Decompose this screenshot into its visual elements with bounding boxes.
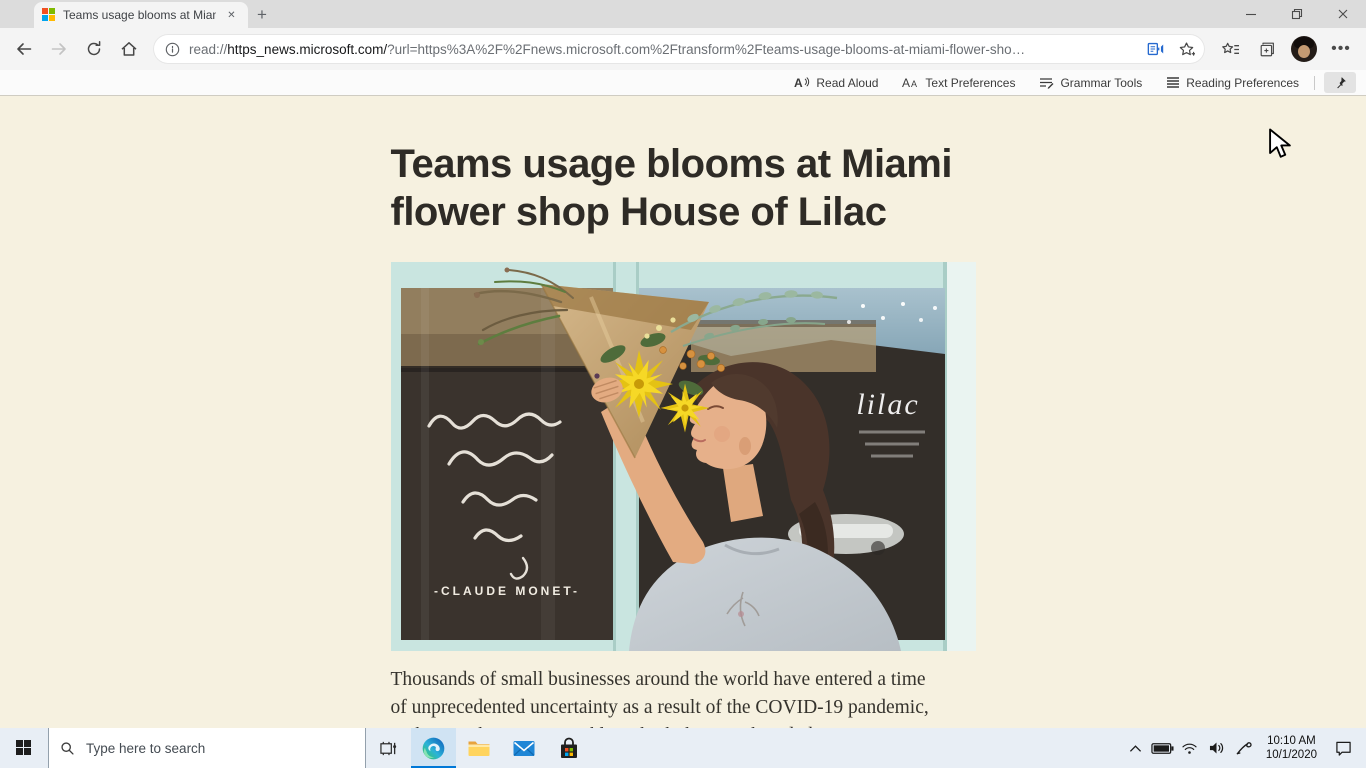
url-text: read://https_news.microsoft.com/?url=htt…: [189, 42, 1141, 57]
volume-icon[interactable]: [1203, 728, 1230, 768]
mail-icon: [512, 739, 536, 758]
site-info-icon[interactable]: [165, 42, 180, 57]
pin-toolbar-button[interactable]: [1324, 72, 1356, 93]
action-center-icon[interactable]: [1326, 728, 1360, 768]
task-view-button[interactable]: [366, 728, 411, 768]
windows-ink-pen-icon[interactable]: [1230, 728, 1257, 768]
read-aloud-button[interactable]: A Read Aloud: [782, 70, 890, 95]
taskbar-edge-button[interactable]: [411, 728, 456, 768]
clock-time: 10:10 AM: [1266, 734, 1317, 748]
windows-logo-icon: [16, 740, 32, 756]
article-title: Teams usage blooms at Miamiflower shop H…: [391, 140, 976, 236]
close-window-button[interactable]: [1320, 0, 1366, 28]
window-controls: [1228, 0, 1366, 28]
minimize-button[interactable]: [1228, 0, 1274, 28]
refresh-button[interactable]: [77, 32, 111, 66]
taskbar-mail-button[interactable]: [501, 728, 546, 768]
browser-window: Teams usage blooms at Miami ✕ +: [0, 0, 1366, 768]
taskbar-clock[interactable]: 10:10 AM 10/1/2020: [1257, 734, 1326, 762]
tab-title: Teams usage blooms at Miami: [63, 8, 216, 22]
taskbar-store-button[interactable]: [546, 728, 591, 768]
edge-icon: [421, 736, 446, 761]
file-explorer-icon: [467, 738, 491, 758]
taskbar-search[interactable]: [48, 728, 366, 768]
read-aloud-label: Read Aloud: [816, 76, 878, 90]
reading-preferences-button[interactable]: Reading Preferences: [1154, 70, 1311, 95]
restore-button[interactable]: [1274, 0, 1320, 28]
pushpin-icon: [1334, 76, 1347, 89]
monet-attribution-text: -CLAUDE MONET-: [434, 584, 580, 598]
svg-text:A: A: [911, 79, 917, 89]
grammar-tools-label: Grammar Tools: [1060, 76, 1142, 90]
collections-icon[interactable]: [1249, 32, 1285, 66]
navigation-bar: read://https_news.microsoft.com/?url=htt…: [0, 28, 1366, 70]
reading-preferences-icon: [1166, 76, 1180, 89]
shop-sign-text: lilac: [856, 388, 919, 421]
text-preferences-label: Text Preferences: [925, 76, 1015, 90]
reading-view-toolbar: A Read Aloud AA Text Preferences Grammar…: [0, 70, 1366, 96]
svg-text:A: A: [902, 76, 910, 89]
article-paragraph: Thousands of small businesses around the…: [391, 666, 976, 729]
add-favorite-star-icon[interactable]: [1171, 36, 1201, 62]
favorites-bar-icon[interactable]: [1212, 32, 1248, 66]
forward-button[interactable]: [42, 32, 76, 66]
toolbar-separator: [1314, 76, 1315, 90]
clock-date: 10/1/2020: [1266, 748, 1317, 762]
tab-strip: Teams usage blooms at Miami ✕ +: [0, 0, 1366, 28]
text-preferences-icon: AA: [902, 76, 919, 89]
system-tray: 10:10 AM 10/1/2020: [1122, 728, 1366, 768]
tray-chevron-up-icon[interactable]: [1122, 728, 1149, 768]
reading-view-content: Teams usage blooms at Miamiflower shop H…: [0, 96, 1366, 729]
article-hero-image: -CLAUDE MONET- lilac: [391, 262, 976, 651]
address-bar[interactable]: read://https_news.microsoft.com/?url=htt…: [153, 34, 1205, 64]
tab-close-icon[interactable]: ✕: [223, 7, 240, 24]
new-tab-button[interactable]: +: [248, 2, 276, 28]
taskbar-file-explorer-button[interactable]: [456, 728, 501, 768]
home-button[interactable]: [112, 32, 146, 66]
microsoft-logo-favicon: [42, 8, 56, 22]
battery-icon[interactable]: [1149, 728, 1176, 768]
svg-text:A: A: [794, 76, 803, 89]
back-button[interactable]: [7, 32, 41, 66]
microsoft-store-icon: [558, 737, 580, 760]
read-aloud-icon: A: [794, 76, 810, 89]
text-preferences-button[interactable]: AA Text Preferences: [890, 70, 1027, 95]
wifi-icon[interactable]: [1176, 728, 1203, 768]
taskbar: 10:10 AM 10/1/2020: [0, 728, 1366, 768]
settings-menu-icon[interactable]: •••: [1323, 32, 1359, 66]
article: Teams usage blooms at Miamiflower shop H…: [391, 140, 976, 729]
search-icon: [60, 741, 75, 756]
search-input[interactable]: [84, 740, 354, 757]
reading-preferences-label: Reading Preferences: [1186, 76, 1299, 90]
immersive-reader-icon[interactable]: [1141, 36, 1171, 62]
grammar-tools-button[interactable]: Grammar Tools: [1027, 70, 1154, 95]
start-button[interactable]: [0, 728, 48, 768]
grammar-tools-icon: [1039, 76, 1054, 89]
active-tab[interactable]: Teams usage blooms at Miami ✕: [34, 2, 248, 28]
profile-avatar[interactable]: [1286, 32, 1322, 66]
